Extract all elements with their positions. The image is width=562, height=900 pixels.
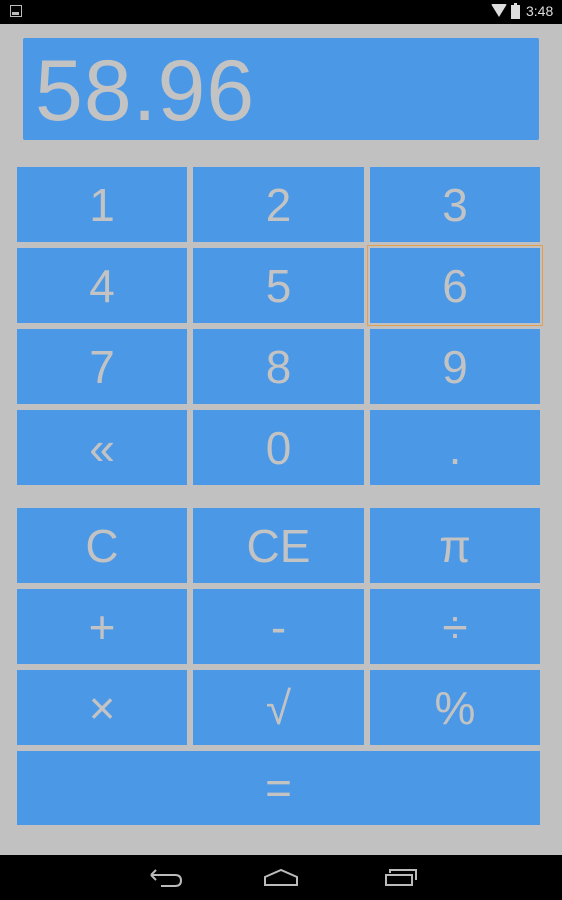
key-digit-3[interactable]: 3 — [370, 167, 540, 242]
key-equals[interactable]: = — [17, 751, 540, 825]
key-digit-6[interactable]: 6 — [367, 245, 543, 326]
key-percent[interactable]: % — [370, 670, 540, 745]
home-icon[interactable] — [261, 865, 301, 891]
status-time: 3:48 — [526, 3, 554, 19]
key-digit-7[interactable]: 7 — [17, 329, 187, 404]
key-subtract[interactable]: - — [193, 589, 364, 664]
key-decimal[interactable]: . — [370, 410, 540, 485]
key-divide[interactable]: ÷ — [370, 589, 540, 664]
key-digit-2[interactable]: 2 — [193, 167, 364, 242]
image-notification-icon — [10, 5, 22, 17]
key-clear[interactable]: C — [17, 508, 187, 583]
key-backspace[interactable]: « — [17, 410, 187, 485]
key-digit-9[interactable]: 9 — [370, 329, 540, 404]
battery-icon — [511, 3, 520, 19]
key-digit-5[interactable]: 5 — [193, 248, 364, 323]
key-digit-1[interactable]: 1 — [17, 167, 187, 242]
wifi-icon — [491, 4, 507, 17]
display-value: 58.96 — [35, 43, 256, 139]
navigation-bar — [0, 855, 562, 900]
key-digit-8[interactable]: 8 — [193, 329, 364, 404]
key-multiply[interactable]: × — [17, 670, 187, 745]
key-pi[interactable]: π — [370, 508, 540, 583]
key-digit-0[interactable]: 0 — [193, 410, 364, 485]
key-digit-4[interactable]: 4 — [17, 248, 187, 323]
back-icon[interactable] — [143, 865, 183, 891]
key-add[interactable]: + — [17, 589, 187, 664]
result-display: 58.96 — [23, 38, 539, 140]
recents-icon[interactable] — [380, 865, 420, 891]
key-sqrt[interactable]: √ — [193, 670, 364, 745]
status-bar: 3:48 — [0, 0, 562, 24]
key-clear-entry[interactable]: CE — [193, 508, 364, 583]
